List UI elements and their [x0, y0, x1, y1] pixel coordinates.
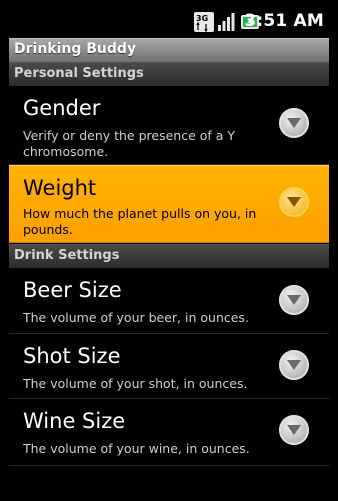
- app-title-bar: Drinking Buddy: [9, 38, 329, 62]
- status-time: 3:51 AM: [244, 11, 324, 31]
- screen: 3G 3:51 AM Drinking Buddy Personal Setti…: [0, 0, 338, 501]
- pref-title: Beer Size: [23, 278, 122, 302]
- 3g-icon: 3G: [194, 12, 214, 33]
- pref-gender[interactable]: Gender Verify or deny the presence of a …: [9, 86, 329, 165]
- dropdown-arrow-icon[interactable]: [279, 415, 309, 445]
- pref-beer-size[interactable]: Beer Size The volume of your beer, in ou…: [9, 268, 329, 334]
- dropdown-arrow-icon[interactable]: [279, 187, 309, 217]
- pref-summary: How much the planet pulls on you, in pou…: [23, 206, 257, 237]
- svg-text:3G: 3G: [196, 14, 208, 23]
- pref-title: Wine Size: [23, 409, 126, 433]
- pref-summary: The volume of your wine, in ounces.: [23, 441, 250, 456]
- category-personal-settings: Personal Settings: [9, 62, 329, 86]
- pref-summary: Verify or deny the presence of a Y chrom…: [23, 128, 236, 159]
- pref-title: Weight: [23, 176, 97, 200]
- dropdown-arrow-icon[interactable]: [279, 285, 309, 315]
- pref-title: Gender: [23, 96, 101, 120]
- pref-weight[interactable]: Weight How much the planet pulls on you,…: [9, 165, 329, 243]
- pref-summary: The volume of your shot, in ounces.: [23, 376, 248, 391]
- category-title: Personal Settings: [14, 66, 144, 81]
- app-title: Drinking Buddy: [14, 41, 137, 57]
- dropdown-arrow-icon[interactable]: [279, 108, 309, 138]
- signal-bars-icon: [217, 12, 237, 32]
- pref-shot-size[interactable]: Shot Size The volume of your shot, in ou…: [9, 334, 329, 399]
- category-drink-settings: Drink Settings: [9, 244, 329, 268]
- pref-wine-size[interactable]: Wine Size The volume of your wine, in ou…: [9, 399, 329, 466]
- pref-summary: The volume of your beer, in ounces.: [23, 310, 249, 325]
- status-bar: 3G 3:51 AM: [0, 0, 338, 38]
- dropdown-arrow-icon[interactable]: [279, 350, 309, 380]
- category-title: Drink Settings: [14, 248, 120, 263]
- pref-title: Shot Size: [23, 344, 121, 368]
